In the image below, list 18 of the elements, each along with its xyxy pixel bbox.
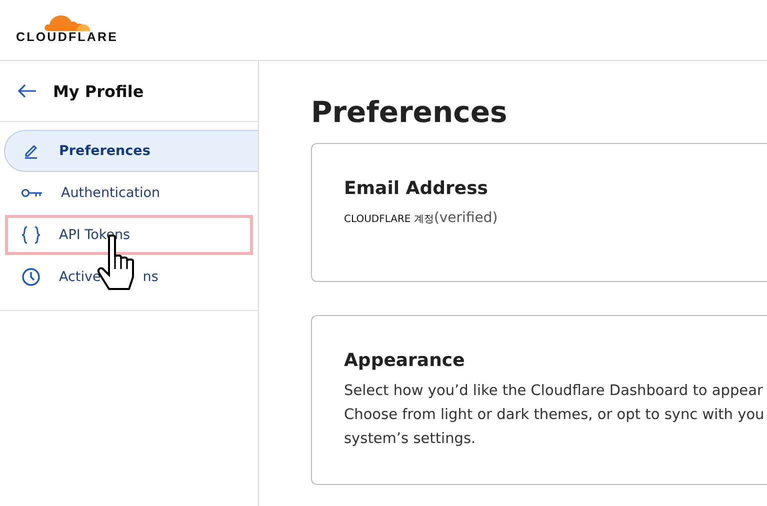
card-title: Appearance <box>344 350 466 371</box>
card-title: Email Address <box>344 178 490 199</box>
braces-icon <box>21 226 41 244</box>
sidebar-item[interactable]: Preferences <box>4 130 258 172</box>
page-title: My Profile <box>53 82 144 100</box>
account-name: CLOUDFLARE 계정 <box>344 214 434 225</box>
description-line: Select how you’d like the Cloudflare Dashboard to appear <box>344 382 764 401</box>
sidebar-item[interactable]: Active ns <box>4 256 258 298</box>
page-heading: Preferences <box>311 95 508 129</box>
clock-icon <box>21 267 41 287</box>
verified-status: (verified) <box>434 210 498 226</box>
logo-text: CLOUDFLARE <box>16 30 118 44</box>
sidebar-item[interactable]: Authentication <box>4 172 258 214</box>
key-icon <box>21 187 43 199</box>
description-line: Choose from light or dark themes, or opt to sync with you <box>344 406 766 425</box>
description-line: system’s settings. <box>344 430 477 449</box>
label-fragment: ns <box>142 269 158 285</box>
back-arrow-icon[interactable] <box>17 84 37 98</box>
